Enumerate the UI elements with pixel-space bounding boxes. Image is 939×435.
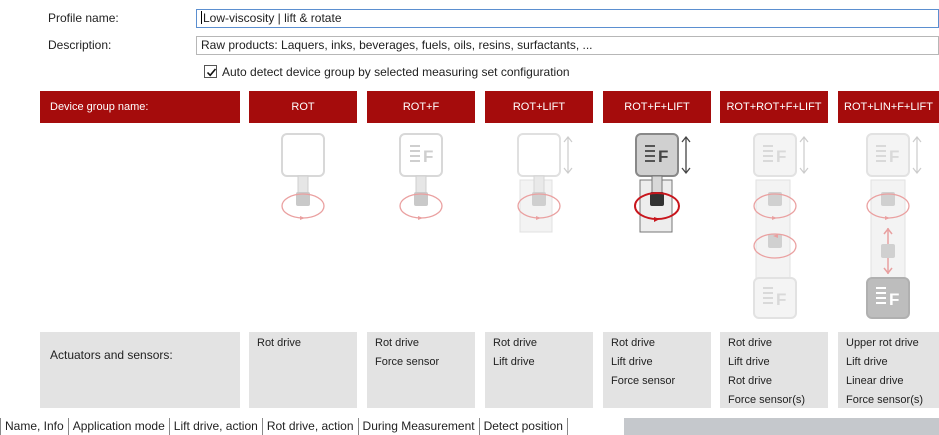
actuators-rot-lift: Rot drive Lift drive: [485, 332, 593, 408]
group-header-rot-rot-f-lift[interactable]: ROT+ROT+F+LIFT: [720, 91, 828, 123]
device-rot-f[interactable]: F: [399, 133, 443, 220]
tab-bar: Name, Info Application mode Lift drive, …: [0, 418, 939, 435]
svg-text:F: F: [776, 290, 786, 309]
device-rot-lift[interactable]: [517, 133, 573, 233]
device-diagrams: F F F F F F: [281, 133, 922, 319]
group-header-rot-lin-f-lift[interactable]: ROT+LIN+F+LIFT: [838, 91, 939, 123]
description-label: Description:: [48, 38, 112, 52]
group-header-rot[interactable]: ROT: [249, 91, 357, 123]
tab-detect-position[interactable]: Detect position: [480, 418, 568, 435]
svg-text:F: F: [776, 147, 786, 166]
device-rot[interactable]: [281, 133, 325, 220]
actuators-rot: Rot drive: [249, 332, 357, 408]
actuator-item: Force sensor(s): [846, 394, 924, 406]
tab-during-measurement[interactable]: During Measurement: [359, 418, 480, 435]
actuator-item: Lift drive: [611, 356, 653, 368]
actuator-item: Rot drive: [375, 337, 420, 349]
group-header-rot-f-lift[interactable]: ROT+F+LIFT: [603, 91, 711, 123]
actuator-item: Upper rot drive: [846, 337, 919, 349]
actuator-item: Lift drive: [846, 356, 888, 368]
actuator-item: Rot drive: [257, 337, 302, 349]
device-rot-f-lift[interactable]: F: [634, 133, 691, 233]
text-caret: [201, 11, 202, 24]
actuators-rot-f-lift: Rot drive Lift drive Force sensor: [603, 332, 711, 408]
tab-bar-fill: [624, 418, 939, 435]
tab-name-info[interactable]: Name, Info: [0, 418, 69, 435]
svg-text:F: F: [889, 147, 899, 166]
device-group-name-header: Device group name:: [40, 91, 240, 123]
profile-name-input[interactable]: Low-viscosity | lift & rotate: [196, 9, 939, 28]
device-rot-rot-f-lift[interactable]: F F: [753, 133, 809, 319]
tab-list: Name, Info Application mode Lift drive, …: [0, 418, 568, 435]
group-header-rot-f[interactable]: ROT+F: [367, 91, 475, 123]
auto-detect-checkbox[interactable]: [204, 65, 217, 78]
actuators-rot-rot-f-lift: Rot drive Lift drive Rot drive Force sen…: [720, 332, 828, 408]
tab-application-mode[interactable]: Application mode: [69, 418, 170, 435]
actuator-item: Rot drive: [611, 337, 656, 349]
check-icon: [206, 68, 217, 77]
actuator-item: Rot drive: [728, 375, 773, 387]
actuator-item: Lift drive: [728, 356, 770, 368]
device-rot-lin-f-lift[interactable]: F F: [866, 133, 922, 319]
actuator-item: Force sensor: [375, 356, 440, 368]
svg-text:F: F: [889, 290, 899, 309]
actuator-item: Rot drive: [728, 337, 773, 349]
actuator-item: Linear drive: [846, 375, 904, 387]
actuators-rot-lin-f-lift: Upper rot drive Lift drive Linear drive …: [838, 332, 939, 408]
group-header-rot-lift[interactable]: ROT+LIFT: [485, 91, 593, 123]
description-value: Raw products: Laquers, inks, beverages, …: [201, 38, 593, 52]
actuator-item: Rot drive: [493, 337, 538, 349]
actuator-item: Lift drive: [493, 356, 535, 368]
tab-lift-drive-action[interactable]: Lift drive, action: [170, 418, 263, 435]
profile-name-value: Low-viscosity | lift & rotate: [203, 11, 342, 25]
actuators-header: Actuators and sensors:: [40, 332, 240, 408]
svg-text:F: F: [658, 147, 668, 166]
description-input[interactable]: Raw products: Laquers, inks, beverages, …: [196, 36, 939, 55]
actuator-item: Force sensor(s): [728, 394, 806, 406]
actuators-rot-f: Rot drive Force sensor: [367, 332, 475, 408]
tab-rot-drive-action[interactable]: Rot drive, action: [263, 418, 359, 435]
auto-detect-label[interactable]: Auto detect device group by selected mea…: [222, 65, 570, 79]
actuator-item: Force sensor: [611, 375, 676, 387]
force-glyph: F: [423, 147, 433, 166]
profile-name-label: Profile name:: [48, 11, 119, 25]
